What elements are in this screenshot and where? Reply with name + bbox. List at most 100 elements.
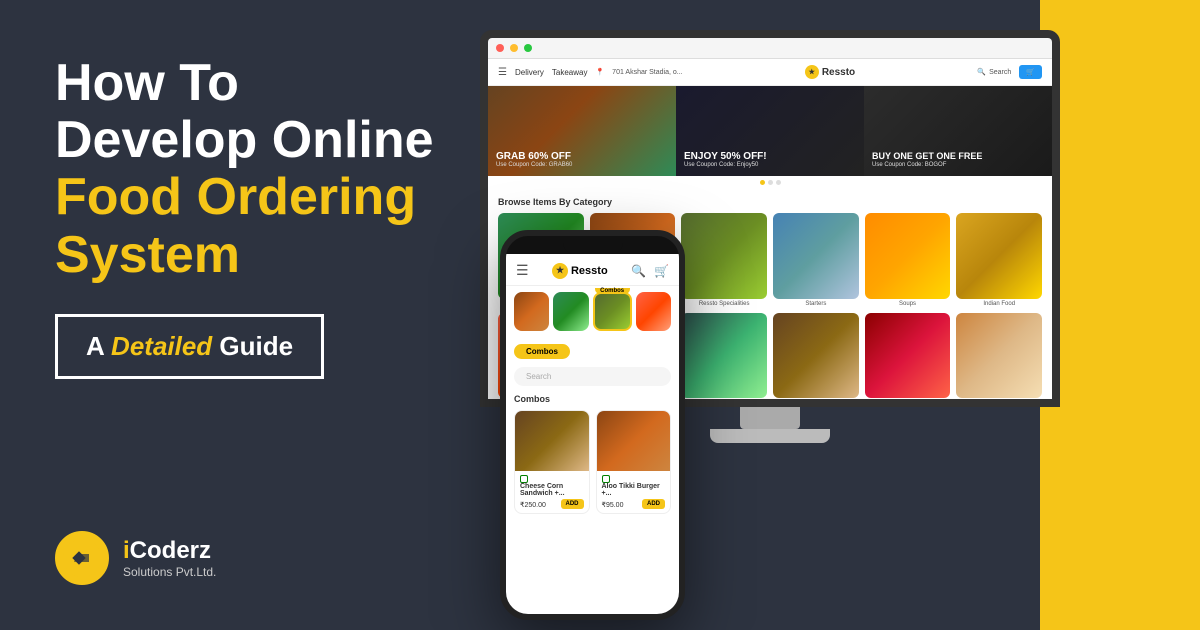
- veg-badge-1: [520, 475, 528, 483]
- cat-indian-label: Indian Food: [956, 301, 1042, 307]
- cat-starters[interactable]: Starters: [773, 213, 859, 307]
- cat-row2-6[interactable]: [956, 313, 1042, 399]
- headline-section: How To Develop Online Food Ordering Syst…: [55, 55, 435, 379]
- thumb-1: [514, 292, 549, 331]
- cat-ressto-img: [681, 213, 767, 299]
- headline: How To Develop Online Food Ordering Syst…: [55, 55, 435, 284]
- browser-dot-yellow: [510, 44, 518, 52]
- banner-2-text: ENJOY 50% OFF! Use Coupon Code: Enjoy50: [684, 151, 767, 168]
- food-card-2-name: Aloo Tikki Burger +...: [602, 483, 666, 497]
- cat-indian-food[interactable]: Indian Food: [956, 213, 1042, 307]
- food-card-1-img: [515, 411, 589, 471]
- app-header: ☰ ★ Ressto 🔍 🛒: [506, 254, 679, 286]
- nav-delivery[interactable]: Delivery: [515, 68, 544, 77]
- hamburger-icon[interactable]: ☰: [498, 67, 507, 78]
- cat-row2-6-img: [956, 313, 1042, 399]
- brand-name-text: iCoderz: [123, 537, 216, 565]
- veg-badge-2: [602, 475, 610, 483]
- site-banners: GRAB 60% OFF Use Coupon Code: GRAB60 ENJ…: [488, 86, 1052, 176]
- nav-search[interactable]: 🔍 Search: [977, 68, 1011, 76]
- app-search-icon[interactable]: 🔍: [631, 264, 646, 278]
- site-navbar: ☰ Delivery Takeaway 📍 701 Akshar Stadia,…: [488, 59, 1052, 86]
- app-cart-icon[interactable]: 🛒: [654, 264, 669, 278]
- phone-notch: [563, 236, 623, 254]
- food-card-1-price: ₹250.00: [520, 501, 546, 509]
- phone-body: ☰ ★ Ressto 🔍 🛒: [500, 230, 685, 620]
- banner-2-sub: Use Coupon Code: Enjoy50: [684, 162, 767, 168]
- banner-3-title: BUY ONE GET ONE FREE: [872, 151, 982, 162]
- left-panel: How To Develop Online Food Ordering Syst…: [0, 0, 480, 630]
- location-icon: 📍: [595, 68, 604, 76]
- phone-section-header: Combos: [506, 390, 679, 406]
- thumb-3-active[interactable]: Combos: [593, 292, 632, 331]
- nav-logo-icon: ★: [805, 65, 819, 79]
- food-card-1[interactable]: Cheese Corn Sandwich +... ₹250.00 ADD: [514, 410, 590, 514]
- food-cards: Cheese Corn Sandwich +... ₹250.00 ADD: [506, 406, 679, 518]
- cat-soups-label: Soups: [865, 301, 951, 307]
- monitor-stand: [740, 407, 800, 429]
- subtitle-text: A Detailed Guide: [86, 331, 293, 361]
- add-button-2[interactable]: ADD: [642, 499, 665, 509]
- nav-search-label: Search: [989, 69, 1011, 76]
- food-card-1-name: Cheese Corn Sandwich +...: [520, 483, 584, 497]
- cat-starters-img: [773, 213, 859, 299]
- cat-row2-3[interactable]: [681, 313, 767, 399]
- cat-row2-5-img: [865, 313, 951, 399]
- category-tab-row: Combos: [506, 337, 679, 363]
- right-panel: ☰ Delivery Takeaway 📍 701 Akshar Stadia,…: [480, 0, 1200, 630]
- svg-text:≫: ≫: [74, 554, 84, 565]
- add-button-1[interactable]: ADD: [561, 499, 584, 509]
- food-card-2[interactable]: Aloo Tikki Burger +... ₹95.00 ADD: [596, 410, 672, 514]
- banner-3[interactable]: BUY ONE GET ONE FREE Use Coupon Code: BO…: [864, 86, 1052, 176]
- phone-search-bar[interactable]: Search: [514, 367, 671, 386]
- subtitle-box: A Detailed Guide: [55, 314, 324, 379]
- browser-dot-green: [524, 44, 532, 52]
- banner-1-text: GRAB 60% OFF Use Coupon Code: GRAB60: [496, 151, 572, 168]
- cat-row2-5[interactable]: [865, 313, 951, 399]
- dot-1[interactable]: [760, 180, 765, 185]
- app-logo: ★ Ressto: [552, 263, 608, 279]
- brand-rest: Coderz: [130, 537, 211, 564]
- app-logo-star: ★: [556, 265, 564, 276]
- cat-row2-3-img: [681, 313, 767, 399]
- nav-cart[interactable]: 🛒: [1019, 65, 1042, 79]
- cat-ressto-specialities[interactable]: Ressto Specialities: [681, 213, 767, 307]
- search-placeholder: Search: [526, 372, 551, 381]
- banner-1-sub: Use Coupon Code: GRAB60: [496, 162, 572, 168]
- dot-2[interactable]: [768, 180, 773, 185]
- combos-label: Combos: [595, 288, 630, 294]
- cat-ressto-label: Ressto Specialities: [681, 301, 767, 307]
- browser-chrome: [488, 38, 1052, 59]
- cat-soups[interactable]: Soups: [865, 213, 951, 307]
- app-hamburger-icon[interactable]: ☰: [516, 262, 529, 279]
- food-card-2-price: ₹95.00: [602, 501, 624, 509]
- search-icon-nav: 🔍: [977, 68, 986, 76]
- cat-starters-label: Starters: [773, 301, 859, 307]
- thumb-2: [553, 292, 588, 331]
- nav-location: 701 Akshar Stadia, o...: [612, 69, 682, 76]
- nav-takeaway[interactable]: Takeaway: [552, 68, 588, 77]
- headline-line2: Food Ordering: [55, 168, 416, 226]
- subtitle-italic: Detailed: [111, 331, 212, 361]
- banner-3-sub: Use Coupon Code: BOGOF: [872, 162, 982, 168]
- cat-indian-img: [956, 213, 1042, 299]
- cat-row2-4-img: [773, 313, 859, 399]
- banner-3-text: BUY ONE GET ONE FREE Use Coupon Code: BO…: [872, 151, 982, 168]
- app-logo-icon: ★: [552, 263, 568, 279]
- app-icons: 🔍 🛒: [631, 264, 669, 278]
- banner-2[interactable]: ENJOY 50% OFF! Use Coupon Code: Enjoy50: [676, 86, 864, 176]
- banner-1[interactable]: GRAB 60% OFF Use Coupon Code: GRAB60: [488, 86, 676, 176]
- cat-row2-4[interactable]: [773, 313, 859, 399]
- nav-logo-text: Ressto: [822, 67, 855, 78]
- banner-1-title: GRAB 60% OFF: [496, 151, 572, 162]
- browser-dot-red: [496, 44, 504, 52]
- phone-food-thumbnails: Combos: [506, 286, 679, 337]
- brand-name-container: iCoderz Solutions Pvt.Ltd.: [123, 537, 216, 579]
- dot-3[interactable]: [776, 180, 781, 185]
- active-category-tab[interactable]: Combos: [514, 344, 570, 359]
- brand-prefix: i: [123, 537, 130, 564]
- phone-mockup: ☰ ★ Ressto 🔍 🛒: [500, 230, 685, 620]
- brand-logo: ≫: [55, 531, 109, 585]
- banner-dots: [488, 176, 1052, 189]
- nav-links: Delivery Takeaway: [515, 68, 587, 77]
